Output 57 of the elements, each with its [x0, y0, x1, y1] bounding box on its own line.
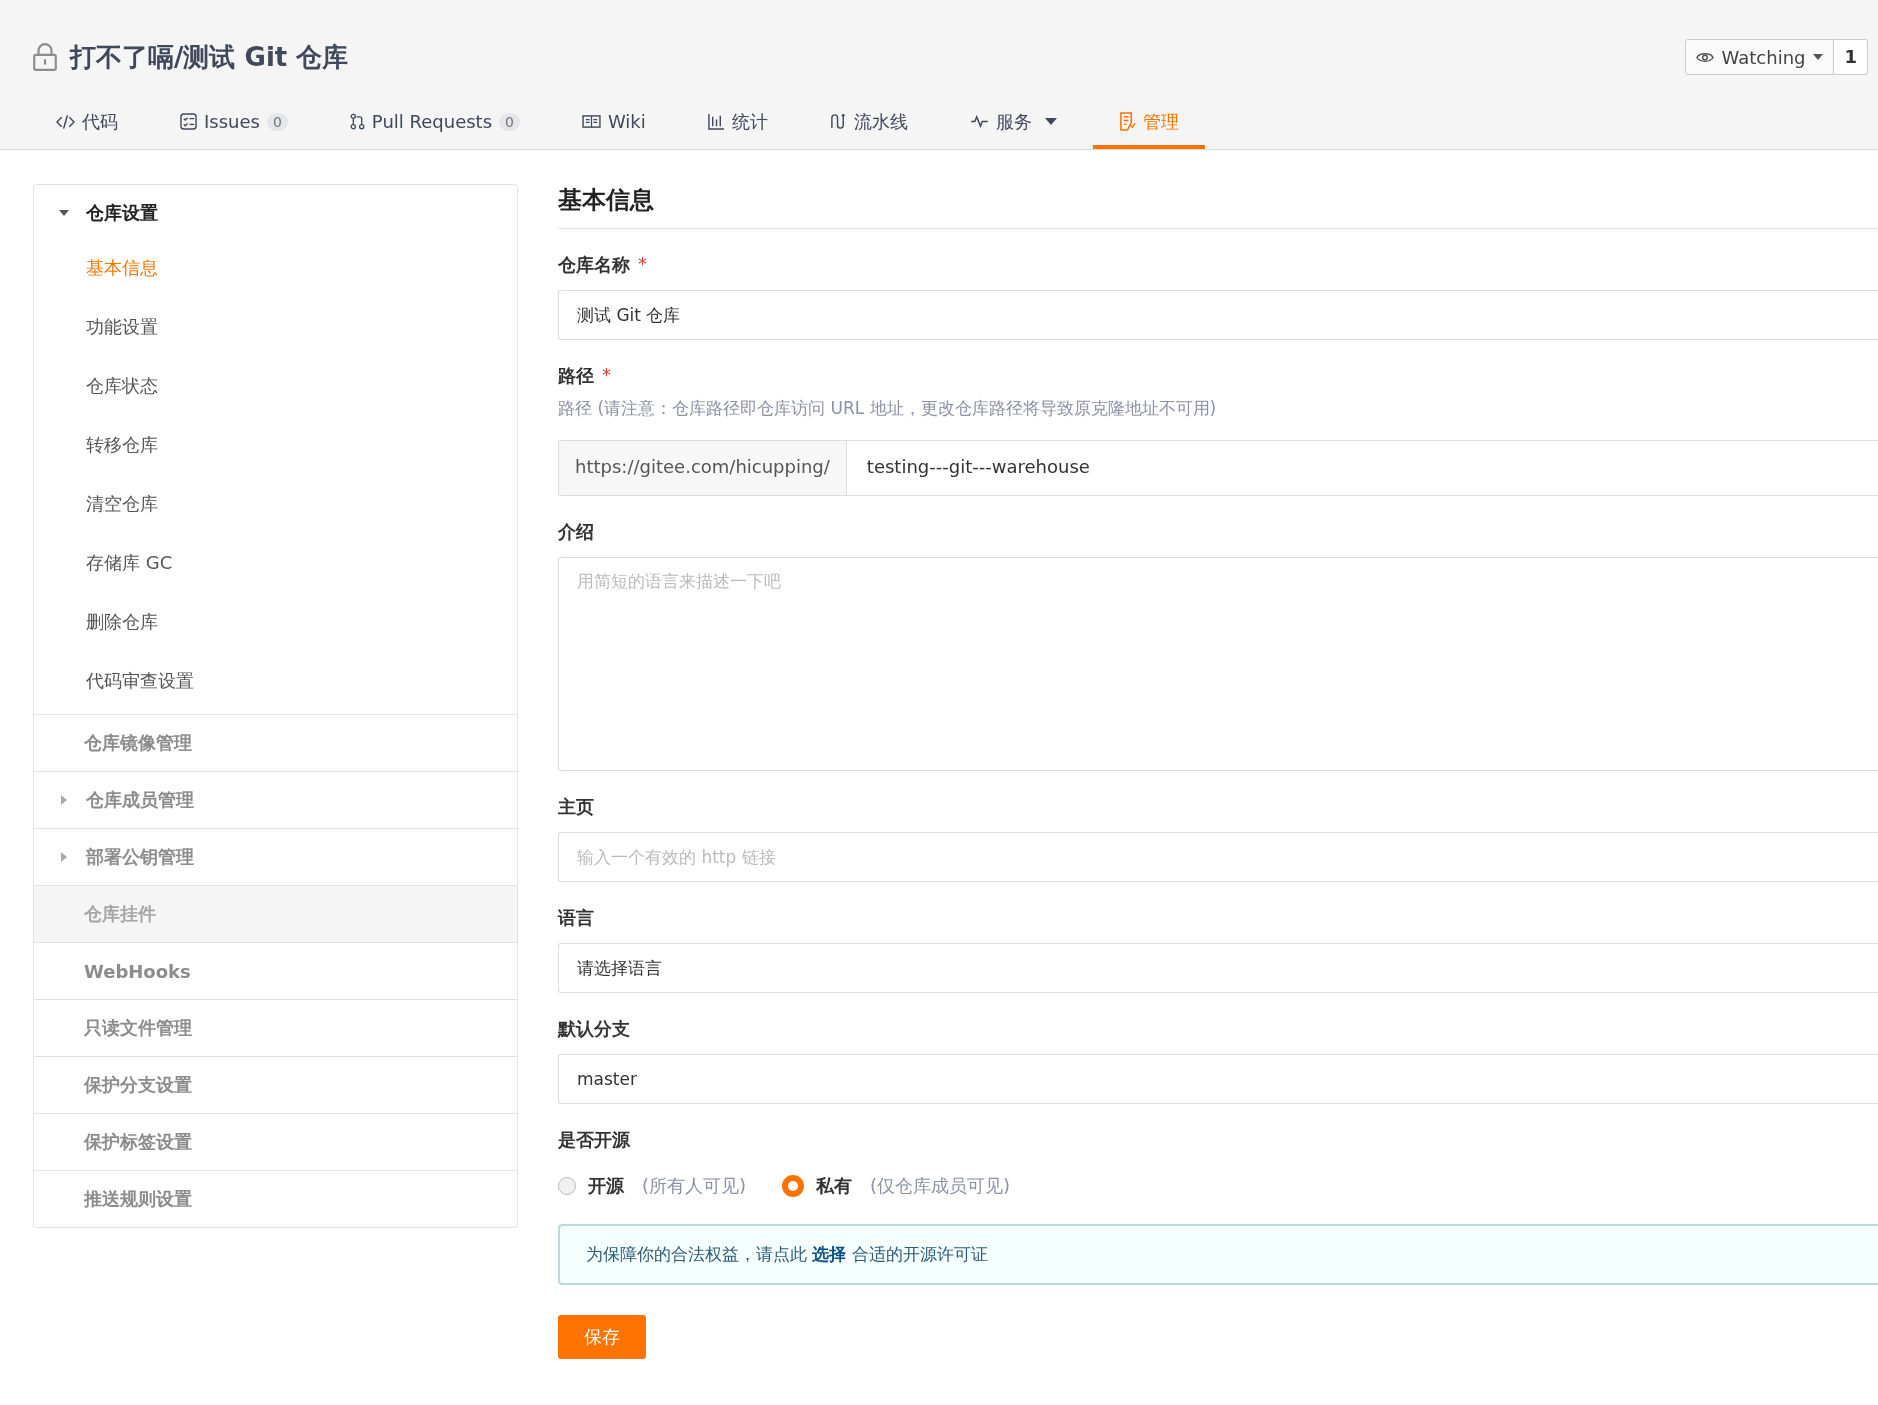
lock-icon — [32, 43, 58, 71]
select-field[interactable]: master — [558, 1054, 1878, 1104]
choose-link[interactable]: 选择 — [812, 1244, 847, 1264]
field-label: 介绍 — [558, 520, 594, 544]
watch-button[interactable]: Watching — [1684, 39, 1835, 75]
document-icon — [1118, 112, 1136, 131]
field-label: 语言 — [558, 906, 594, 930]
book-icon — [581, 114, 601, 129]
nav-tab[interactable]: Wiki — [555, 98, 672, 149]
pipeline-icon — [829, 113, 847, 130]
radio-button[interactable] — [558, 1177, 576, 1195]
input-field[interactable]: 测试 Git 仓库 — [558, 290, 1878, 340]
sidebar-item[interactable]: 删除仓库 — [34, 592, 517, 651]
path-input-field[interactable]: https://gitee.com/hicupping/ testing---git---warehouse — [558, 440, 1878, 496]
bar-chart-icon — [707, 113, 725, 130]
url-prefix: https://gitee.com/hicupping/ — [559, 441, 847, 495]
field-label: 主页 — [558, 795, 594, 819]
checklist-icon — [180, 113, 197, 130]
branch-merge-icon — [349, 113, 365, 130]
caret-icon — [1813, 54, 1824, 60]
radio-label[interactable]: 开源 — [588, 1174, 624, 1198]
field-label: 默认分支 — [558, 1017, 630, 1041]
required-mark: * — [602, 364, 611, 385]
sidebar-section[interactable]: 仓库设置 — [34, 185, 517, 241]
nav-tab[interactable]: 流水线 — [803, 98, 934, 149]
radio-hint: (仅仓库成员可见) — [870, 1174, 1011, 1198]
sidebar-item[interactable]: 代码审查设置 — [34, 651, 517, 710]
textarea-field[interactable]: 用简短的语言来描述一下吧 — [558, 557, 1878, 771]
count-badge: 0 — [499, 112, 520, 131]
sidebar-item[interactable]: 存储库 GC — [34, 533, 517, 592]
pulse-icon — [969, 115, 989, 128]
field-label: 是否开源 — [558, 1128, 630, 1152]
notice-text: 为保障你的合法权益，请点此 选择 合适的开源许可证 — [586, 1244, 988, 1264]
field-label: 仓库名称 — [558, 253, 630, 277]
field-label: 路径 — [558, 364, 594, 388]
count-badge: 0 — [266, 112, 288, 131]
nav-tab[interactable]: 代码 — [30, 98, 144, 149]
sidebar-item[interactable]: 清空仓库 — [34, 474, 517, 533]
radio-button[interactable] — [782, 1175, 805, 1197]
watch-count[interactable]: 1 — [1834, 39, 1868, 75]
repo-title: 打不了嗝/测试 Git 仓库 — [70, 40, 349, 74]
sidebar-item[interactable]: 仓库状态 — [34, 356, 517, 415]
eye-icon — [1695, 50, 1714, 64]
sidebar-item[interactable]: 功能设置 — [34, 297, 517, 356]
required-mark: * — [638, 253, 647, 274]
field-hint: 路径 (请注意：仓库路径即仓库访问 URL 地址，更改仓库路径将导致原克隆地址不可用) — [558, 397, 1218, 420]
radio-label[interactable]: 私有 — [816, 1174, 853, 1198]
nav-tab[interactable]: 统计 — [681, 98, 794, 149]
nav-tab[interactable]: Issues 0 — [154, 98, 314, 149]
nav-tab[interactable]: 服务 — [943, 98, 1083, 149]
select-field[interactable]: 请选择语言 — [558, 943, 1878, 993]
section-title: 基本信息 — [558, 184, 1878, 229]
sidebar-item[interactable]: 转移仓库 — [34, 415, 517, 474]
nav-tab[interactable]: Pull Requests 0 — [323, 98, 546, 149]
code-icon — [56, 113, 75, 130]
radio-hint: (所有人可见) — [642, 1174, 747, 1198]
input-field[interactable]: 输入一个有效的 http 链接 — [558, 832, 1878, 882]
